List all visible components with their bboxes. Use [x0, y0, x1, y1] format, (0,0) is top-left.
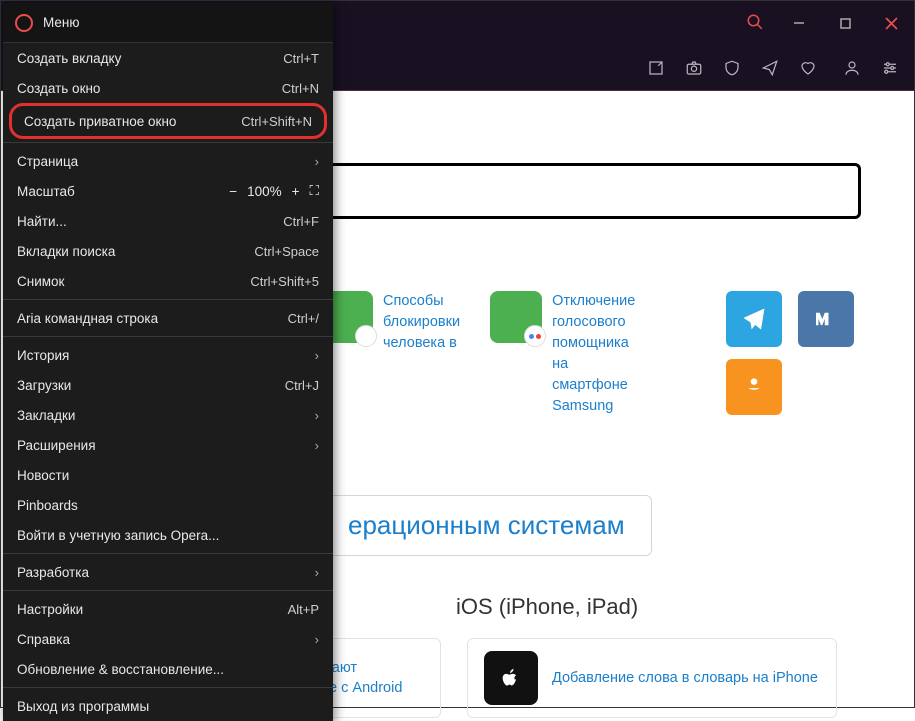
sliders-icon[interactable] — [880, 58, 900, 78]
heart-icon[interactable] — [798, 58, 818, 78]
zoom-value: 100% — [247, 184, 282, 199]
tile-article-a[interactable]: Способы блокировки человека в — [321, 291, 460, 354]
telegram-icon[interactable] — [726, 291, 782, 347]
menu-aria[interactable]: Aria командная строкаCtrl+/ — [3, 303, 333, 333]
card-text: Добавление слова в словарь на iPhone — [552, 668, 818, 688]
menu-signin[interactable]: Войти в учетную запись Opera... — [3, 520, 333, 550]
os-section-title: iOS (iPhone, iPad) — [456, 594, 854, 620]
minimize-button[interactable] — [776, 1, 822, 45]
close-button[interactable] — [868, 1, 914, 45]
menu-extensions[interactable]: Расширения› — [3, 430, 333, 460]
menu-new-window[interactable]: Создать окноCtrl+N — [3, 73, 333, 103]
chevron-right-icon: › — [315, 632, 319, 647]
ok-icon[interactable] — [726, 359, 782, 415]
menu-page[interactable]: Страница› — [3, 146, 333, 176]
opera-main-menu: Меню Создать вкладкуCtrl+T Создать окноC… — [3, 3, 333, 721]
menu-new-tab[interactable]: Создать вкладкуCtrl+T — [3, 43, 333, 73]
opera-logo-icon — [15, 14, 33, 32]
zoom-out-button[interactable]: − — [229, 184, 237, 199]
menu-header[interactable]: Меню — [3, 3, 333, 43]
menu-search-tabs[interactable]: Вкладки поискаCtrl+Space — [3, 236, 333, 266]
menu-zoom[interactable]: Масштаб − 100% + ⛶ — [3, 176, 333, 206]
send-icon[interactable] — [760, 58, 780, 78]
tile-article-b[interactable]: Отключение голосового помощника на смарт… — [490, 291, 646, 417]
browser-window: ить? Способы блокировки человека в Отклю… — [0, 0, 915, 708]
chevron-right-icon: › — [315, 565, 319, 580]
zoom-controls: − 100% + ⛶ — [229, 183, 319, 199]
crop-icon[interactable] — [646, 58, 666, 78]
titlebar-search-icon[interactable] — [746, 13, 764, 31]
menu-dev[interactable]: Разработка› — [3, 557, 333, 587]
menu-new-private-window[interactable]: Создать приватное окноCtrl+Shift+N — [9, 103, 327, 139]
menu-history[interactable]: История› — [3, 340, 333, 370]
shield-icon[interactable] — [722, 58, 742, 78]
menu-bookmarks[interactable]: Закладки› — [3, 400, 333, 430]
zoom-in-button[interactable]: + — [292, 184, 300, 199]
menu-exit[interactable]: Выход из программы — [3, 691, 333, 721]
menu-pinboards[interactable]: Pinboards — [3, 490, 333, 520]
chevron-right-icon: › — [315, 438, 319, 453]
vk-icon[interactable] — [798, 291, 854, 347]
article-card-iphone[interactable]: Добавление слова в словарь на iPhone — [467, 638, 837, 718]
speed-dial-row: Способы блокировки человека в Отключение… — [321, 291, 854, 417]
window-controls — [776, 1, 914, 45]
maximize-button[interactable] — [822, 1, 868, 45]
menu-title: Меню — [43, 15, 80, 30]
section-heading-fragment: ерационным системам — [321, 495, 652, 556]
tile-text: Способы блокировки человека в — [383, 291, 460, 354]
chevron-right-icon: › — [315, 348, 319, 363]
menu-news[interactable]: Новости — [3, 460, 333, 490]
apple-icon — [484, 651, 538, 705]
menu-settings[interactable]: НастройкиAlt+P — [3, 594, 333, 624]
tile-text: Отключение голосового помощника на смарт… — [552, 291, 646, 417]
chevron-right-icon: › — [315, 154, 319, 169]
android-icon — [490, 291, 542, 343]
menu-downloads[interactable]: ЗагрузкиCtrl+J — [3, 370, 333, 400]
fullscreen-icon[interactable]: ⛶ — [310, 183, 319, 199]
menu-find[interactable]: Найти...Ctrl+F — [3, 206, 333, 236]
menu-update[interactable]: Обновление & восстановление... — [3, 654, 333, 684]
menu-snapshot[interactable]: СнимокCtrl+Shift+5 — [3, 266, 333, 296]
person-icon[interactable] — [842, 58, 862, 78]
camera-icon[interactable] — [684, 58, 704, 78]
chevron-right-icon: › — [315, 408, 319, 423]
social-icons-group — [726, 291, 854, 415]
menu-help[interactable]: Справка› — [3, 624, 333, 654]
